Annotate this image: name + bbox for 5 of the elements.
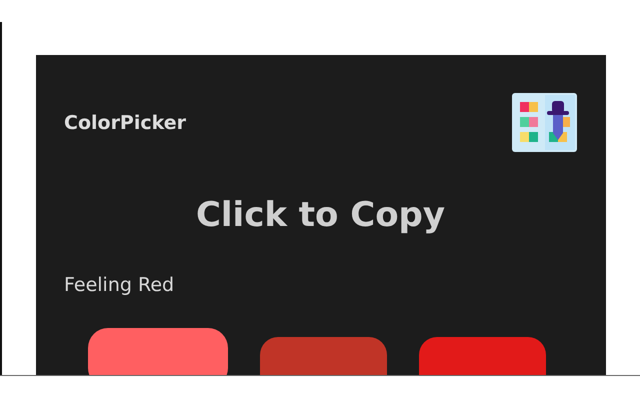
palette-name: Feeling Red (64, 273, 176, 298)
page-heading: Click to Copy (194, 194, 446, 237)
app-title: ColorPicker (64, 112, 186, 134)
color-swatch[interactable] (88, 328, 228, 375)
color-picker-logo-icon (512, 93, 577, 152)
